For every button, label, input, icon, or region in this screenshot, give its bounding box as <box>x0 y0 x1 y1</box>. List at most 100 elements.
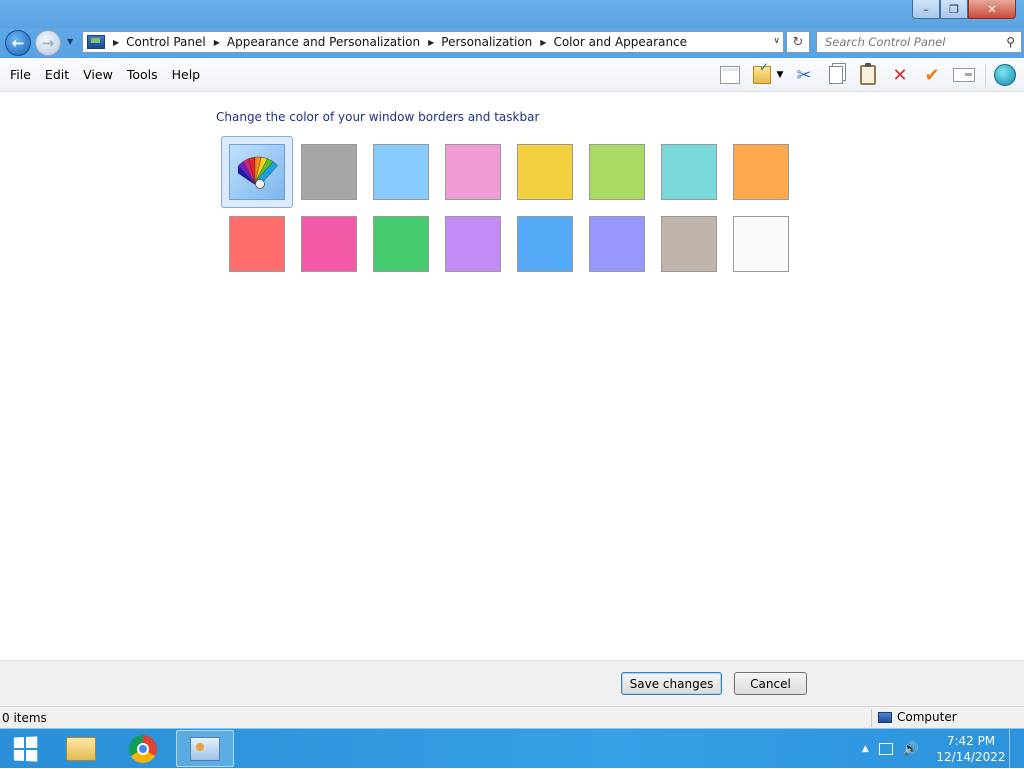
swatch-cell <box>221 208 293 280</box>
swatch-cell <box>509 136 581 208</box>
swatch-cell <box>653 136 725 208</box>
arrow-right-icon: → <box>41 34 55 52</box>
apply-button[interactable]: ✔ <box>919 62 945 88</box>
taskbar: ▲ 🔊 7:42 PM 12/14/2022 <box>0 728 1024 769</box>
color-swatch-sky-gray[interactable] <box>301 144 357 200</box>
cut-button[interactable]: ✂ <box>791 62 817 88</box>
search-box[interactable]: ⚲ <box>816 31 1022 53</box>
toolbar: ▼ ✂ ✕ ✔ <box>711 60 1018 88</box>
forward-button[interactable]: → <box>35 30 61 56</box>
clock-time: 7:42 PM <box>946 734 996 748</box>
close-button[interactable]: ✕ <box>968 0 1016 19</box>
menu-view[interactable]: View <box>76 67 120 82</box>
back-button[interactable]: ← <box>5 30 31 56</box>
file-explorer-icon <box>66 736 96 761</box>
cut-icon: ✂ <box>796 64 812 86</box>
breadcrumb-appearance-personalization[interactable]: Appearance and Personalization <box>227 35 420 49</box>
cancel-button[interactable]: Cancel <box>734 672 807 695</box>
delete-icon: ✕ <box>892 64 908 86</box>
menu-file[interactable]: File <box>3 67 38 82</box>
show-desktop-button[interactable] <box>1009 729 1024 769</box>
swatch-cell <box>365 208 437 280</box>
search-icon[interactable]: ⚲ <box>1006 35 1015 49</box>
color-swatch-lime[interactable] <box>589 144 645 200</box>
menu-toolbar-row: File Edit View Tools Help ▼ ✂ ✕ ✔ <box>0 58 1024 92</box>
color-swatch-magenta[interactable] <box>301 216 357 272</box>
color-fan-icon <box>238 156 278 189</box>
title-bar: – ❐ ✕ <box>0 0 1024 28</box>
system-tray: ▲ 🔊 7:42 PM 12/14/2022 <box>862 729 1024 769</box>
folder-check-icon <box>753 60 771 84</box>
layout-icon <box>720 66 740 84</box>
save-changes-button[interactable]: Save changes <box>621 672 722 695</box>
maximize-button[interactable]: ❐ <box>940 0 968 19</box>
chevron-right-icon[interactable]: ▶ <box>540 38 546 47</box>
address-dropdown-icon[interactable]: ∨ <box>773 36 780 46</box>
color-swatch-red[interactable] <box>229 216 285 272</box>
control-panel-icon <box>190 736 220 761</box>
color-swatch-taupe[interactable] <box>661 216 717 272</box>
layout-button[interactable] <box>717 62 743 88</box>
breadcrumb-color-appearance[interactable]: Color and Appearance <box>553 35 687 49</box>
computer-icon <box>878 711 892 723</box>
volume-icon[interactable]: 🔊 <box>903 742 919 757</box>
address-bar[interactable]: ▶ Control Panel ▶ Appearance and Persona… <box>82 31 784 53</box>
arrow-left-icon: ← <box>11 34 25 52</box>
chevron-right-icon[interactable]: ▶ <box>214 38 220 47</box>
folder-options-button[interactable] <box>749 60 775 88</box>
color-swatch-yellow[interactable] <box>517 144 573 200</box>
taskbar-file-explorer[interactable] <box>52 730 110 767</box>
internet-button[interactable] <box>992 62 1018 88</box>
swatch-cell <box>365 136 437 208</box>
breadcrumb-personalization[interactable]: Personalization <box>441 35 532 49</box>
swatch-cell <box>581 208 653 280</box>
chevron-right-icon[interactable]: ▶ <box>428 38 434 47</box>
globe-icon <box>994 64 1016 86</box>
menu-help[interactable]: Help <box>165 67 208 82</box>
windows-logo-icon <box>13 736 38 762</box>
paste-button[interactable] <box>855 62 881 88</box>
clock-date: 12/14/2022 <box>936 750 1006 764</box>
search-input[interactable] <box>823 34 997 50</box>
paste-icon <box>860 63 876 85</box>
color-swatch-violet[interactable] <box>445 216 501 272</box>
network-icon[interactable] <box>878 743 893 755</box>
menu-edit[interactable]: Edit <box>38 67 76 82</box>
swatch-cell <box>509 208 581 280</box>
color-swatch-teal[interactable] <box>661 144 717 200</box>
color-swatch-light-blue[interactable] <box>373 144 429 200</box>
taskbar-chrome[interactable] <box>114 730 172 767</box>
color-swatch-orange[interactable] <box>733 144 789 200</box>
copy-button[interactable] <box>823 62 849 88</box>
swatch-cell <box>293 208 365 280</box>
swatch-cell <box>437 208 509 280</box>
status-bar: 0 items Computer <box>0 706 1024 728</box>
refresh-icon: ↻ <box>792 34 804 50</box>
clock[interactable]: 7:42 PM 12/14/2022 <box>933 733 1009 765</box>
taskbar-control-panel[interactable] <box>176 730 234 767</box>
show-hidden-icons-icon[interactable]: ▲ <box>862 744 869 754</box>
menu-tools[interactable]: Tools <box>120 67 165 82</box>
color-swatch-pink[interactable] <box>445 144 501 200</box>
toolbar-divider <box>985 64 986 86</box>
chevron-right-icon[interactable]: ▶ <box>113 38 119 47</box>
copy-icon <box>829 66 843 84</box>
start-button[interactable] <box>0 729 50 769</box>
color-swatch-blue[interactable] <box>517 216 573 272</box>
swatch-cell <box>293 136 365 208</box>
breadcrumb-control-panel[interactable]: Control Panel <box>126 35 206 49</box>
status-location-label: Computer <box>897 710 957 724</box>
color-swatch-periwinkle[interactable] <box>589 216 645 272</box>
folder-options-dropdown[interactable]: ▼ <box>775 62 785 88</box>
color-swatch-white[interactable] <box>733 216 789 272</box>
swatch-row <box>221 136 797 208</box>
properties-button[interactable] <box>951 62 977 88</box>
breadcrumb: ▶ Control Panel ▶ Appearance and Persona… <box>105 35 687 49</box>
color-swatch-automatic[interactable] <box>229 144 285 200</box>
color-swatch-green[interactable] <box>373 216 429 272</box>
refresh-button[interactable]: ↻ <box>786 31 810 53</box>
delete-button[interactable]: ✕ <box>887 62 913 88</box>
recent-pages-dropdown[interactable]: ▼ <box>67 37 73 46</box>
minimize-button[interactable]: – <box>912 0 940 19</box>
swatch-cell <box>437 136 509 208</box>
